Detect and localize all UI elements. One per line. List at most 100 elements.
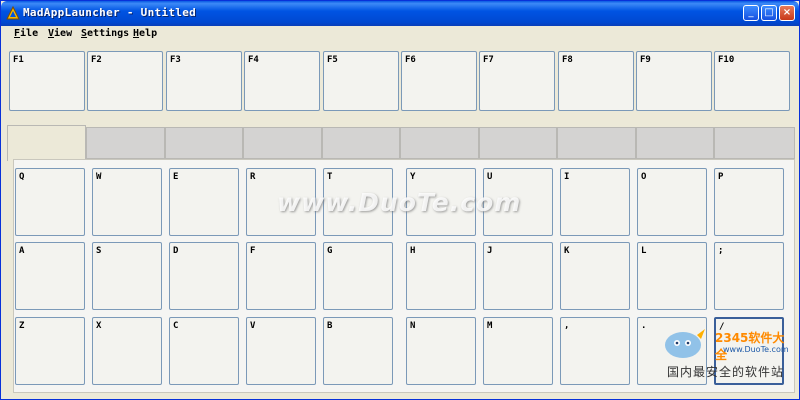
maximize-button[interactable]: □ [761,5,777,21]
key-label: R [250,172,256,182]
key-label: J [487,246,493,256]
fkey-button[interactable]: F2 [87,51,163,111]
key-label: F2 [91,55,102,65]
key-label: F9 [640,55,651,65]
key-button[interactable]: K [560,242,630,310]
key-button[interactable]: J [483,242,553,310]
key-label: G [327,246,333,256]
close-icon: × [782,7,792,18]
tab[interactable] [86,127,165,159]
key-label: A [19,246,25,256]
key-button[interactable]: M [483,317,553,385]
menu-settings[interactable]: Settings [81,28,129,39]
key-button[interactable]: L [637,242,707,310]
key-label: I [564,172,570,182]
minimize-button[interactable]: _ [743,5,759,21]
mascot-icon [665,329,705,358]
tab[interactable] [322,127,400,159]
maximize-icon: □ [764,7,774,18]
key-label: Q [19,172,25,182]
key-button[interactable]: E [169,168,239,236]
key-label: E [173,172,179,182]
key-label: M [487,321,493,331]
tab[interactable] [243,127,322,159]
key-button[interactable]: A [15,242,85,310]
tab[interactable] [7,125,86,161]
minimize-icon: _ [748,7,754,18]
fkey-button[interactable]: F9 [636,51,712,111]
key-label: O [641,172,647,182]
key-label: ; [718,246,724,256]
fkey-button[interactable]: F5 [323,51,399,111]
key-label: T [327,172,333,182]
key-button[interactable]: D [169,242,239,310]
key-label: , [564,321,570,331]
key-label: U [487,172,493,182]
fkey-button[interactable]: F7 [479,51,555,111]
key-label: P [718,172,724,182]
key-label: F8 [562,55,573,65]
key-label: F1 [13,55,24,65]
fkey-button[interactable]: F3 [166,51,242,111]
key-label: V [250,321,256,331]
key-label: F [250,246,256,256]
fkey-button[interactable]: F4 [244,51,320,111]
key-label: F5 [327,55,338,65]
fkey-button[interactable]: F8 [558,51,634,111]
key-button[interactable]: , [560,317,630,385]
window-title: MadAppLauncher - Untitled [23,6,197,19]
key-button[interactable]: ; [714,242,784,310]
key-label: . [641,321,647,331]
key-button[interactable]: W [92,168,162,236]
close-button[interactable]: × [779,5,795,21]
key-button[interactable]: C [169,317,239,385]
key-label: K [564,246,570,256]
fkey-button[interactable]: F1 [9,51,85,111]
key-label: H [410,246,416,256]
key-button[interactable]: V [246,317,316,385]
key-button[interactable]: F [246,242,316,310]
watermark-site: www.DuoTe.com [723,345,789,354]
key-button[interactable]: B [323,317,393,385]
tab[interactable] [165,127,243,159]
tab[interactable] [400,127,479,159]
menu-help[interactable]: Help [133,28,157,39]
watermark-text: www.DuoTe.com [277,188,522,217]
tab-strip [7,125,795,161]
menu-file[interactable]: File [14,28,38,39]
title-bar[interactable]: MadAppLauncher - Untitled _ □ × [1,1,799,26]
key-label: X [96,321,102,331]
key-button[interactable]: Z [15,317,85,385]
key-button[interactable]: P [714,168,784,236]
key-button[interactable]: Q [15,168,85,236]
key-label: L [641,246,647,256]
menu-bar: File View Settings Help [2,26,798,44]
key-label: N [410,321,416,331]
key-button[interactable]: S [92,242,162,310]
key-button[interactable]: I [560,168,630,236]
key-label: C [173,321,179,331]
tab[interactable] [636,127,714,159]
key-label: D [173,246,179,256]
key-label: W [96,172,102,182]
key-button[interactable]: H [406,242,476,310]
tab[interactable] [714,127,795,159]
key-button[interactable]: O [637,168,707,236]
watermark-logo: 2345软件大全 www.DuoTe.com 国内最安全的软件站 [661,321,796,381]
fkey-button[interactable]: F6 [401,51,477,111]
key-label: F6 [405,55,416,65]
tab[interactable] [479,127,557,159]
menu-view[interactable]: View [48,28,72,39]
key-label: Z [19,321,25,331]
key-label: F3 [170,55,181,65]
key-label: B [327,321,333,331]
watermark-slogan: 国内最安全的软件站 [667,365,785,379]
key-button[interactable]: N [406,317,476,385]
key-button[interactable]: X [92,317,162,385]
fkey-button[interactable]: F10 [714,51,790,111]
key-label: F10 [718,55,735,65]
key-label: F7 [483,55,494,65]
key-label: S [96,246,102,256]
tab[interactable] [557,127,636,159]
key-button[interactable]: G [323,242,393,310]
